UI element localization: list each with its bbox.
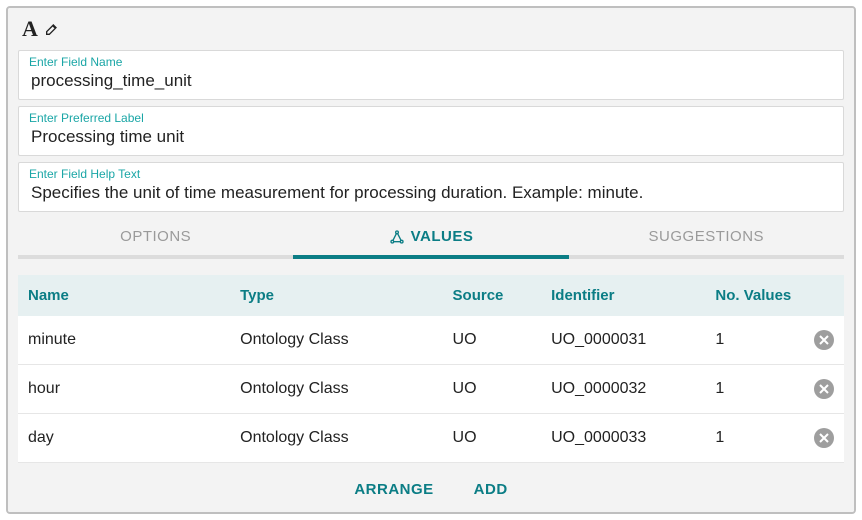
tab-bar: OPTIONS VALUES SUGGESTIONS bbox=[18, 220, 844, 255]
delete-row-button[interactable] bbox=[814, 379, 834, 399]
help-text-block[interactable]: Enter Field Help Text Specifies the unit… bbox=[18, 162, 844, 212]
tab-values[interactable]: VALUES bbox=[293, 220, 568, 255]
tab-options[interactable]: OPTIONS bbox=[18, 220, 293, 255]
field-editor-panel: A Enter Field Name processing_time_unit … bbox=[6, 6, 856, 514]
cell-identifier: UO_0000033 bbox=[541, 414, 705, 463]
table-actions: ARRANGE ADD bbox=[8, 463, 854, 512]
cell-type: Ontology Class bbox=[230, 414, 442, 463]
cell-source: UO bbox=[443, 316, 542, 365]
tab-options-label: OPTIONS bbox=[120, 228, 191, 245]
field-name-value: processing_time_unit bbox=[29, 71, 833, 91]
arrange-button[interactable]: ARRANGE bbox=[354, 481, 433, 498]
cell-name: hour bbox=[18, 365, 230, 414]
table-row: hour Ontology Class UO UO_0000032 1 bbox=[18, 365, 844, 414]
tab-suggestions[interactable]: SUGGESTIONS bbox=[569, 220, 844, 255]
panel-header: A bbox=[8, 8, 854, 48]
cell-name: day bbox=[18, 414, 230, 463]
col-header-identifier: Identifier bbox=[541, 275, 705, 316]
delete-row-button[interactable] bbox=[814, 428, 834, 448]
preferred-label-value: Processing time unit bbox=[29, 127, 833, 147]
field-name-placeholder: Enter Field Name bbox=[29, 55, 833, 69]
cell-identifier: UO_0000032 bbox=[541, 365, 705, 414]
edit-icon[interactable] bbox=[44, 21, 60, 37]
cell-num: 1 bbox=[705, 365, 804, 414]
cell-source: UO bbox=[443, 414, 542, 463]
cell-name: minute bbox=[18, 316, 230, 365]
cell-source: UO bbox=[443, 365, 542, 414]
cell-num: 1 bbox=[705, 316, 804, 365]
col-header-type: Type bbox=[230, 275, 442, 316]
col-header-source: Source bbox=[443, 275, 542, 316]
preferred-label-placeholder: Enter Preferred Label bbox=[29, 111, 833, 125]
delete-row-button[interactable] bbox=[814, 330, 834, 350]
preferred-label-block[interactable]: Enter Preferred Label Processing time un… bbox=[18, 106, 844, 156]
field-name-block[interactable]: Enter Field Name processing_time_unit bbox=[18, 50, 844, 100]
col-header-delete bbox=[804, 275, 844, 316]
tab-values-label: VALUES bbox=[411, 228, 474, 245]
add-button[interactable]: ADD bbox=[474, 481, 508, 498]
values-table-wrap: Name Type Source Identifier No. Values m… bbox=[18, 275, 844, 463]
cell-type: Ontology Class bbox=[230, 316, 442, 365]
tab-underline bbox=[18, 255, 844, 259]
col-header-num: No. Values bbox=[705, 275, 804, 316]
table-row: day Ontology Class UO UO_0000033 1 bbox=[18, 414, 844, 463]
col-header-name: Name bbox=[18, 275, 230, 316]
table-body: minute Ontology Class UO UO_0000031 1 ho… bbox=[18, 316, 844, 463]
values-table: Name Type Source Identifier No. Values m… bbox=[18, 275, 844, 463]
table-row: minute Ontology Class UO UO_0000031 1 bbox=[18, 316, 844, 365]
cell-type: Ontology Class bbox=[230, 365, 442, 414]
table-header-row: Name Type Source Identifier No. Values bbox=[18, 275, 844, 316]
tab-suggestions-label: SUGGESTIONS bbox=[649, 228, 765, 245]
text-type-icon: A bbox=[22, 18, 38, 40]
values-icon bbox=[389, 229, 405, 245]
help-text-placeholder: Enter Field Help Text bbox=[29, 167, 833, 181]
cell-num: 1 bbox=[705, 414, 804, 463]
cell-identifier: UO_0000031 bbox=[541, 316, 705, 365]
help-text-value: Specifies the unit of time measurement f… bbox=[29, 183, 833, 203]
